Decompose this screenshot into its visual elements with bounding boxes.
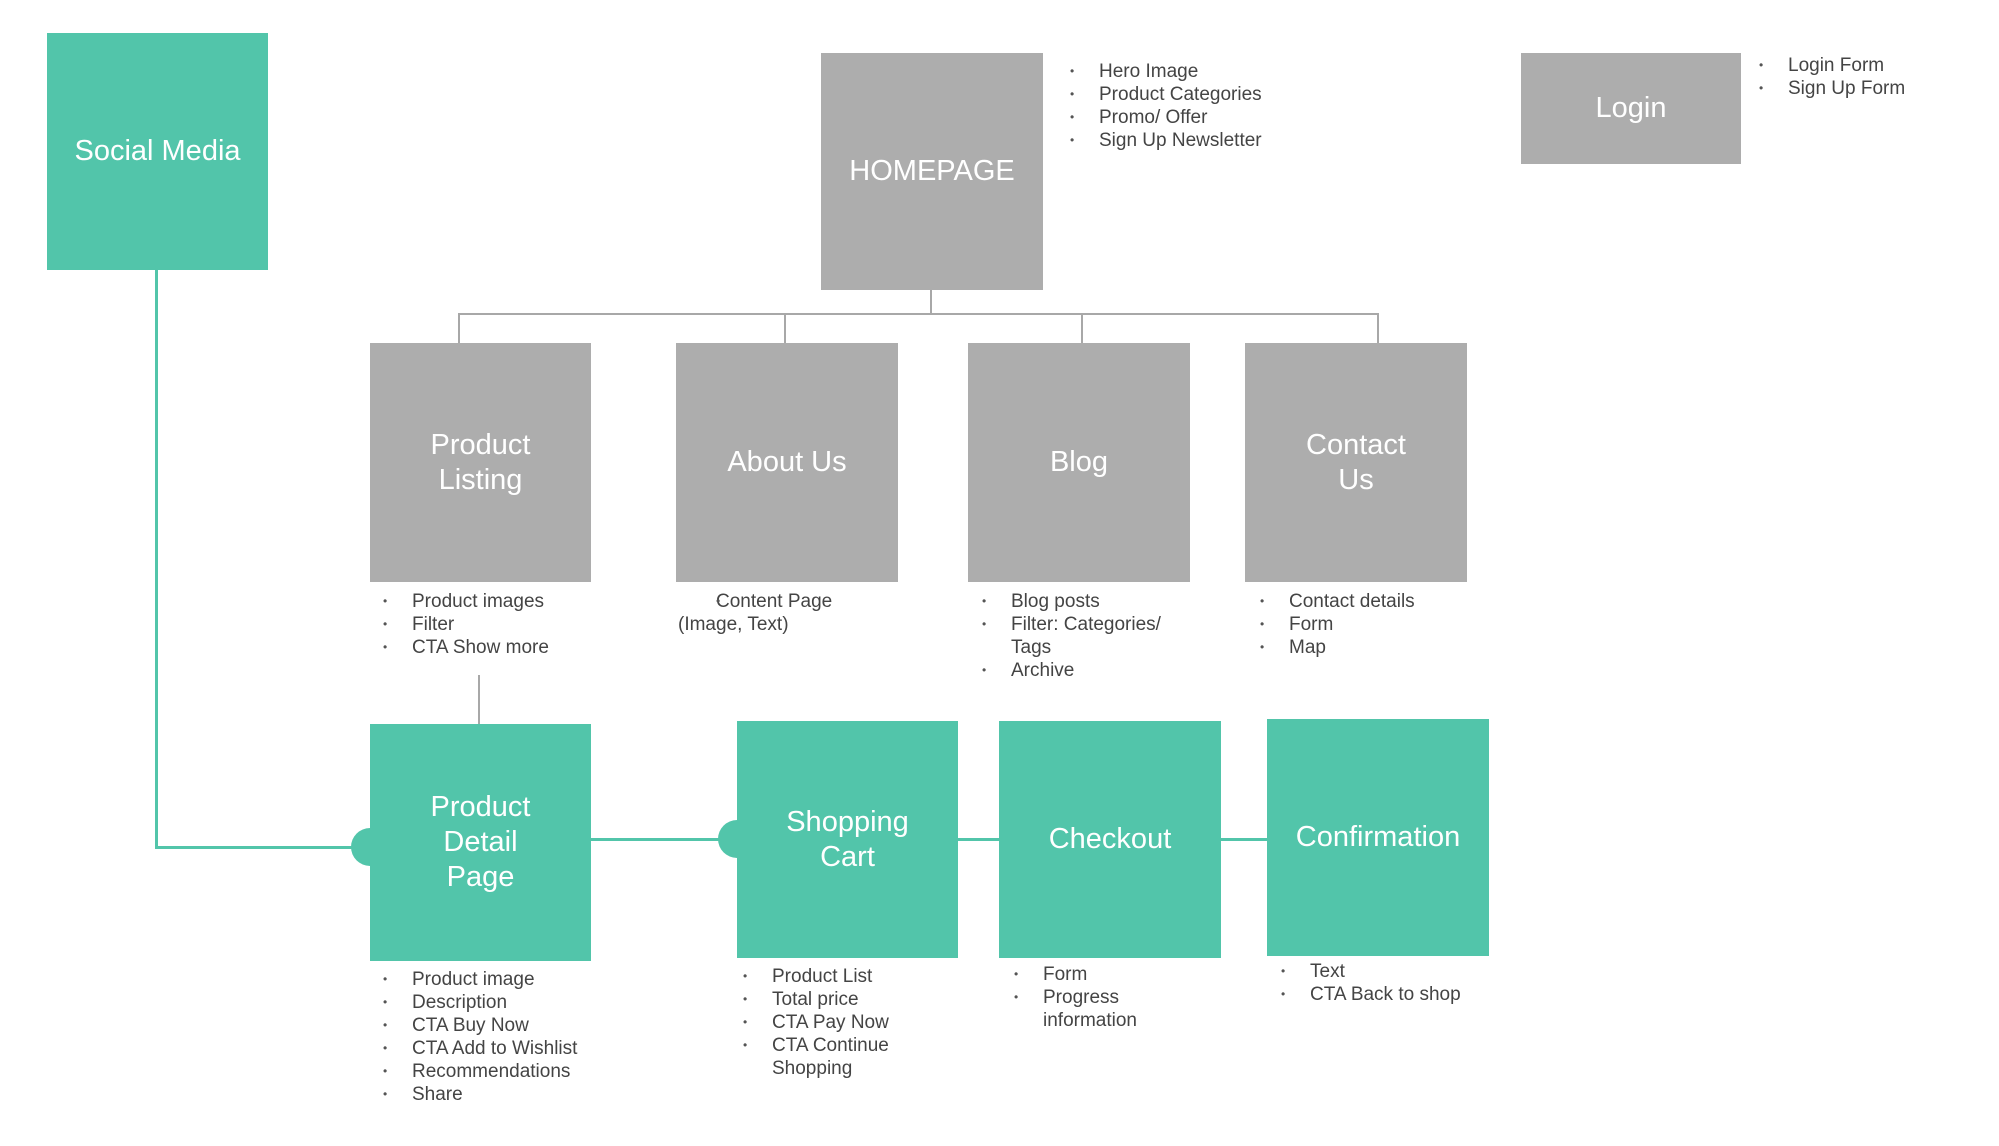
- list-item: Product Categories: [1070, 83, 1262, 106]
- node-label: Confirmation: [1295, 821, 1461, 853]
- list-item: CTA Pay Now: [743, 1011, 918, 1034]
- list-item: Product image: [383, 968, 577, 991]
- homepage-content-list: Hero Image Product Categories Promo/ Off…: [1070, 60, 1262, 152]
- list-item: Product images: [383, 590, 549, 613]
- node-label: Blog: [1049, 446, 1109, 478]
- list-item: CTA Add to Wishlist: [383, 1037, 577, 1060]
- connector-drop-blog: [1081, 313, 1083, 343]
- list-item: Sign Up Newsletter: [1070, 129, 1262, 152]
- node-confirmation[interactable]: Confirmation: [1267, 719, 1489, 956]
- node-product-listing[interactable]: Product Listing: [370, 343, 591, 582]
- list-item: Total price: [743, 988, 918, 1011]
- list-item: Recommendations: [383, 1060, 577, 1083]
- list-item: Filter: Categories/ Tags: [982, 613, 1182, 659]
- blog-content-list: Blog posts Filter: Categories/ Tags Arch…: [982, 590, 1182, 682]
- connector-listing-to-pdp: [478, 675, 480, 724]
- product-listing-content-list: Product images Filter CTA Show more: [383, 590, 549, 659]
- list-item: Contact details: [1260, 590, 1415, 613]
- connector-drop-about: [784, 313, 786, 343]
- list-item: Archive: [982, 659, 1182, 682]
- list-item: CTA Back to shop: [1281, 983, 1461, 1006]
- list-item: Text: [1281, 960, 1461, 983]
- product-detail-content-list: Product image Description CTA Buy Now CT…: [383, 968, 577, 1106]
- node-label: Contact Us: [1306, 428, 1406, 496]
- list-item: Form: [1014, 963, 1164, 986]
- contact-us-content-list: Contact details Form Map: [1260, 590, 1415, 659]
- node-checkout[interactable]: Checkout: [999, 721, 1221, 958]
- list-item: Promo/ Offer: [1070, 106, 1262, 129]
- node-homepage[interactable]: HOMEPAGE: [821, 53, 1043, 290]
- node-label: Product Detail Page: [430, 791, 531, 893]
- list-item: Filter: [383, 613, 549, 636]
- node-social-media[interactable]: Social Media: [47, 33, 268, 270]
- connector-pdp-to-cart: [591, 838, 737, 841]
- connector-homepage-stem: [930, 290, 932, 314]
- node-contact-us[interactable]: Contact Us: [1245, 343, 1467, 582]
- about-us-content-list: Content Page (Image, Text): [678, 590, 868, 636]
- connector-cart-port: [718, 820, 737, 858]
- node-label: Shopping Cart: [786, 805, 909, 873]
- connector-drop-contact: [1377, 313, 1379, 343]
- list-item: Progress information: [1014, 986, 1164, 1032]
- connector-pdp-port: [351, 828, 370, 866]
- connector-homepage-bus: [458, 313, 1378, 315]
- node-about-us[interactable]: About Us: [676, 343, 898, 582]
- list-item: CTA Buy Now: [383, 1014, 577, 1037]
- node-login[interactable]: Login: [1521, 53, 1741, 164]
- connector-drop-product-listing: [458, 313, 460, 343]
- node-blog[interactable]: Blog: [968, 343, 1190, 582]
- list-item: Product List: [743, 965, 918, 988]
- node-label: Login: [1595, 92, 1667, 124]
- checkout-content-list: Form Progress information: [1014, 963, 1164, 1032]
- list-item: Form: [1260, 613, 1415, 636]
- list-item: Sign Up Form: [1759, 77, 1905, 100]
- confirmation-content-list: Text CTA Back to shop: [1281, 960, 1461, 1006]
- connector-social-to-pdp-vertical: [155, 270, 158, 849]
- shopping-cart-content-list: Product List Total price CTA Pay Now CTA…: [743, 965, 918, 1080]
- list-item: Hero Image: [1070, 60, 1262, 83]
- node-label: Product Listing: [430, 428, 531, 496]
- list-item: Content Page (Image, Text): [678, 590, 868, 636]
- node-product-detail-page[interactable]: Product Detail Page: [370, 724, 591, 961]
- connector-checkout-to-confirmation: [1221, 838, 1267, 841]
- connector-cart-to-checkout: [958, 838, 999, 841]
- node-label: About Us: [727, 446, 847, 478]
- list-item: Share: [383, 1083, 577, 1106]
- list-item: Description: [383, 991, 577, 1014]
- node-label: HOMEPAGE: [849, 155, 1015, 187]
- node-shopping-cart[interactable]: Shopping Cart: [737, 721, 958, 958]
- list-item: CTA Continue Shopping: [743, 1034, 918, 1080]
- connector-social-to-pdp-horizontal: [155, 846, 370, 849]
- list-item: Login Form: [1759, 54, 1905, 77]
- node-label: Social Media: [74, 135, 241, 167]
- list-item: CTA Show more: [383, 636, 549, 659]
- list-item: Blog posts: [982, 590, 1182, 613]
- list-item: Map: [1260, 636, 1415, 659]
- node-label: Checkout: [1048, 823, 1172, 855]
- login-content-list: Login Form Sign Up Form: [1759, 54, 1905, 100]
